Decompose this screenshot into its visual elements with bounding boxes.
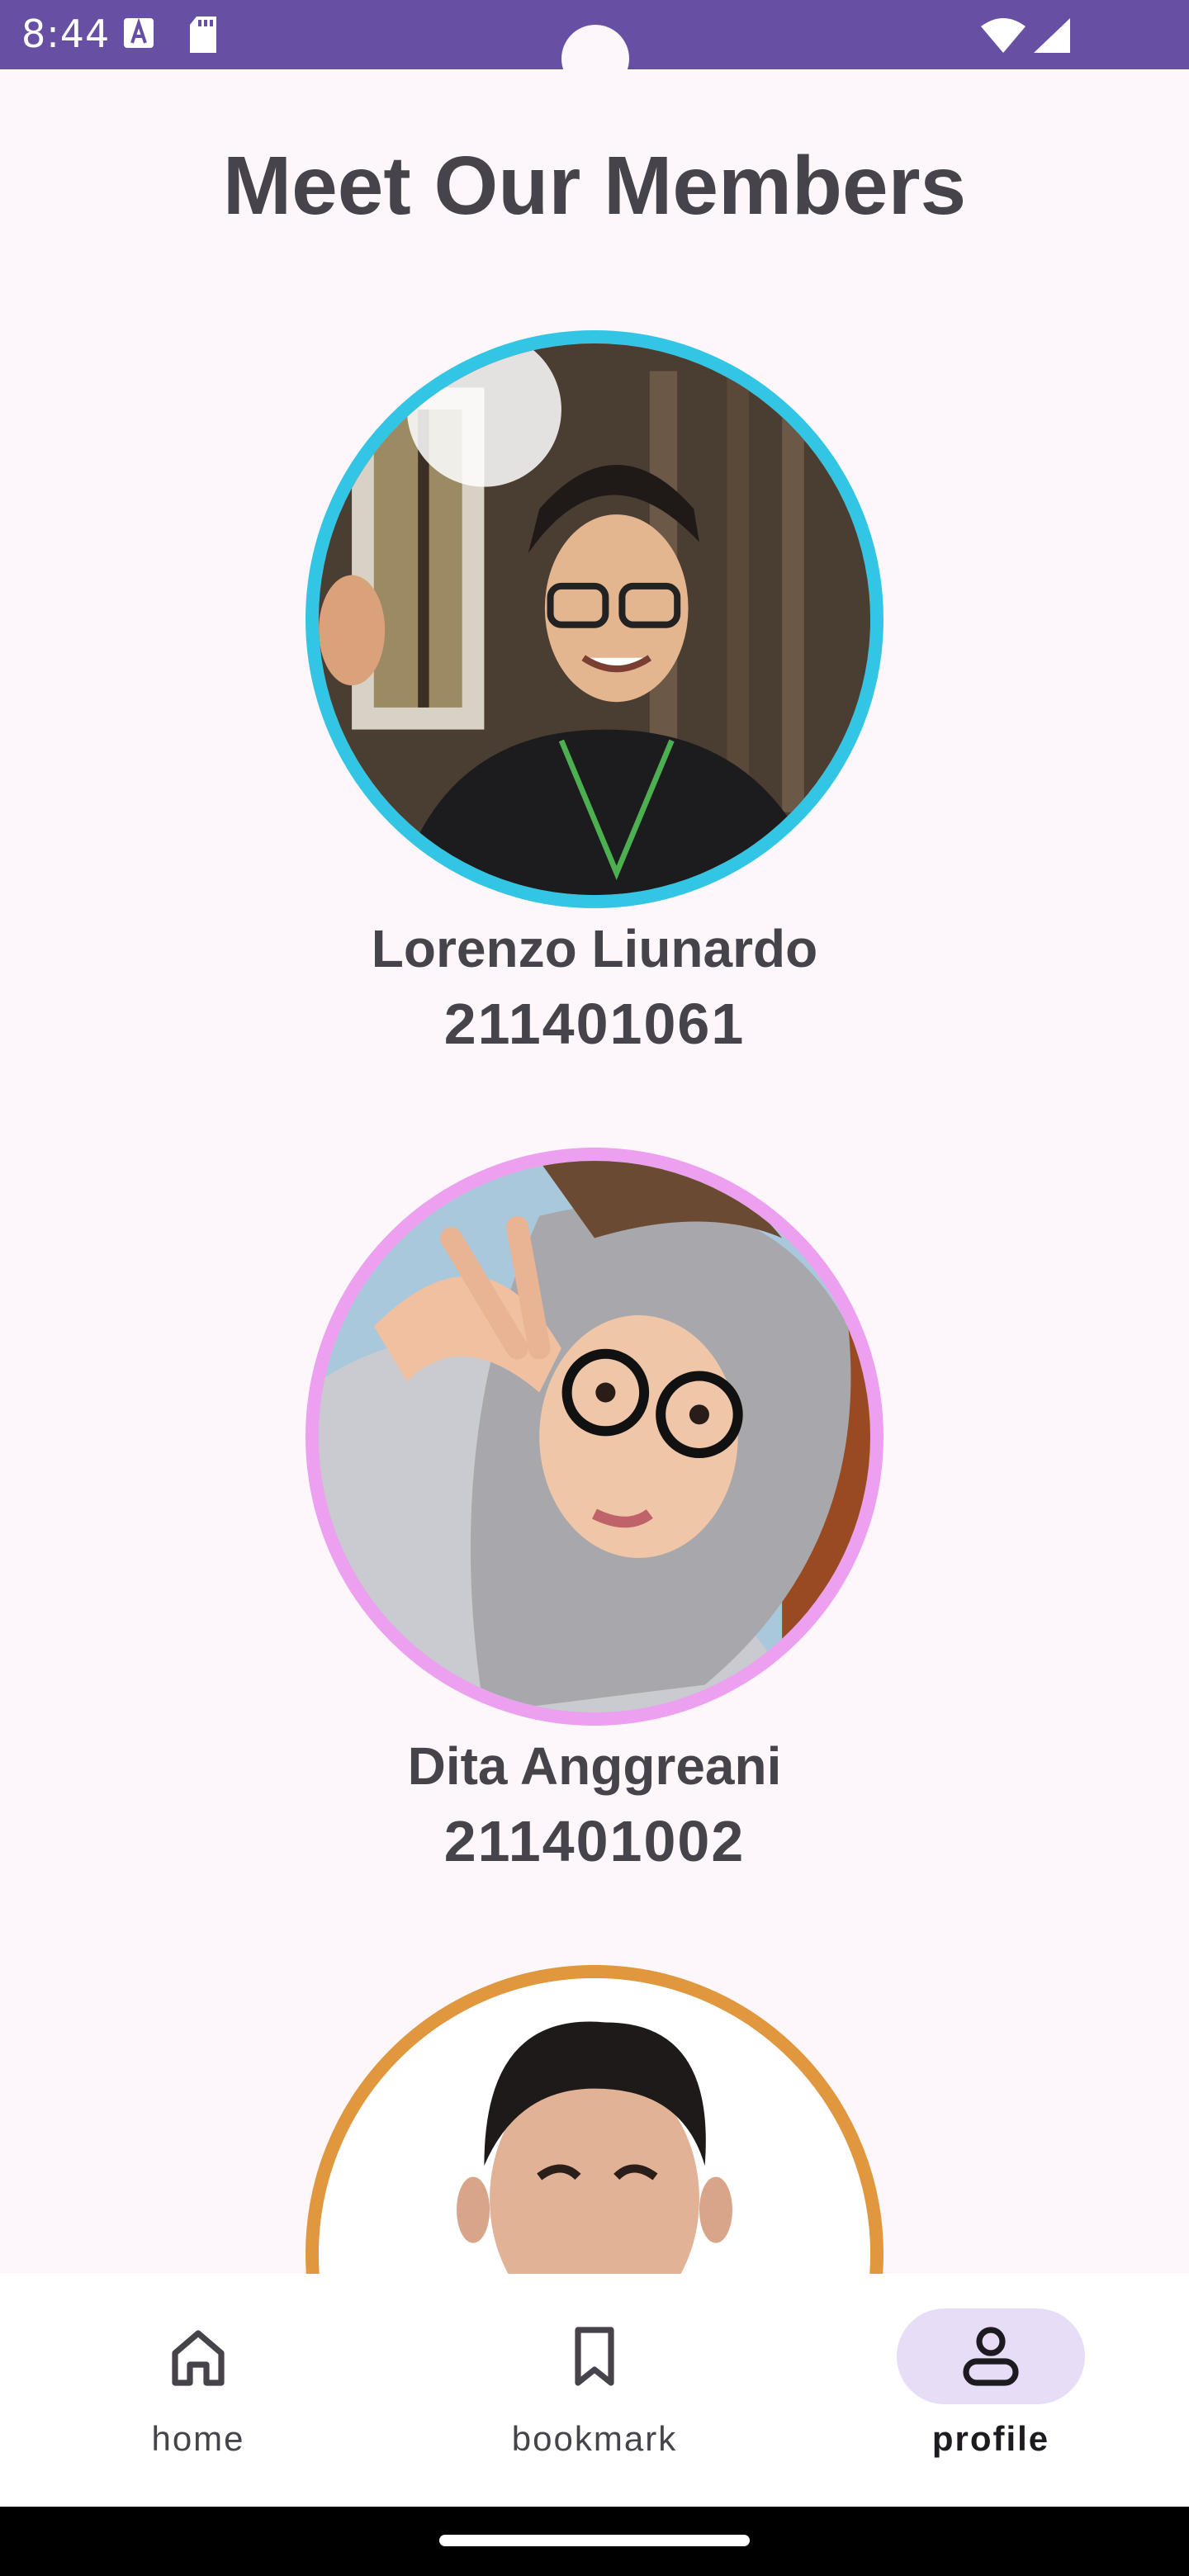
member-avatar <box>306 330 883 908</box>
sd-card-icon <box>188 17 218 57</box>
home-icon <box>172 2330 225 2386</box>
status-bar: 8:44 <box>0 0 1189 92</box>
member-id: 211401061 <box>443 992 746 1056</box>
nav-label-home: home <box>151 2419 245 2458</box>
status-time: 8:44 <box>21 12 111 56</box>
member-avatar <box>306 1148 883 1726</box>
member-name: Dita Anggreani <box>407 1736 782 1796</box>
nav-label-profile: profile <box>931 2419 1050 2458</box>
member-card <box>0 1882 1189 2274</box>
member-card: Dita Anggreani 211401002 <box>0 1065 1189 1882</box>
members-list[interactable]: Lorenzo Liunardo 211401061 Dita Anggrean… <box>0 248 1189 2274</box>
member-card: Lorenzo Liunardo 211401061 <box>0 248 1189 1065</box>
bottom-navigation: home bookmark profile <box>0 2274 1189 2507</box>
member-id: 211401002 <box>443 1809 746 1873</box>
member-name: Lorenzo Liunardo <box>371 919 818 978</box>
camera-cutout <box>561 25 629 92</box>
gesture-handle[interactable] <box>439 2535 750 2546</box>
page-title: Meet Our Members <box>222 140 967 232</box>
wifi-icon <box>981 18 1026 57</box>
member-avatar <box>306 1965 883 2274</box>
profile-icon <box>963 2327 1019 2386</box>
keyboard-a-icon <box>124 17 154 54</box>
nav-label-bookmark: bookmark <box>511 2419 678 2458</box>
nav-item-home[interactable]: home <box>25 2308 372 2490</box>
cell-signal-icon <box>1034 18 1070 57</box>
bookmark-icon <box>575 2327 614 2386</box>
nav-item-bookmark[interactable]: bookmark <box>421 2308 768 2490</box>
nav-item-profile[interactable]: profile <box>817 2308 1164 2490</box>
system-gesture-area <box>0 2507 1189 2576</box>
